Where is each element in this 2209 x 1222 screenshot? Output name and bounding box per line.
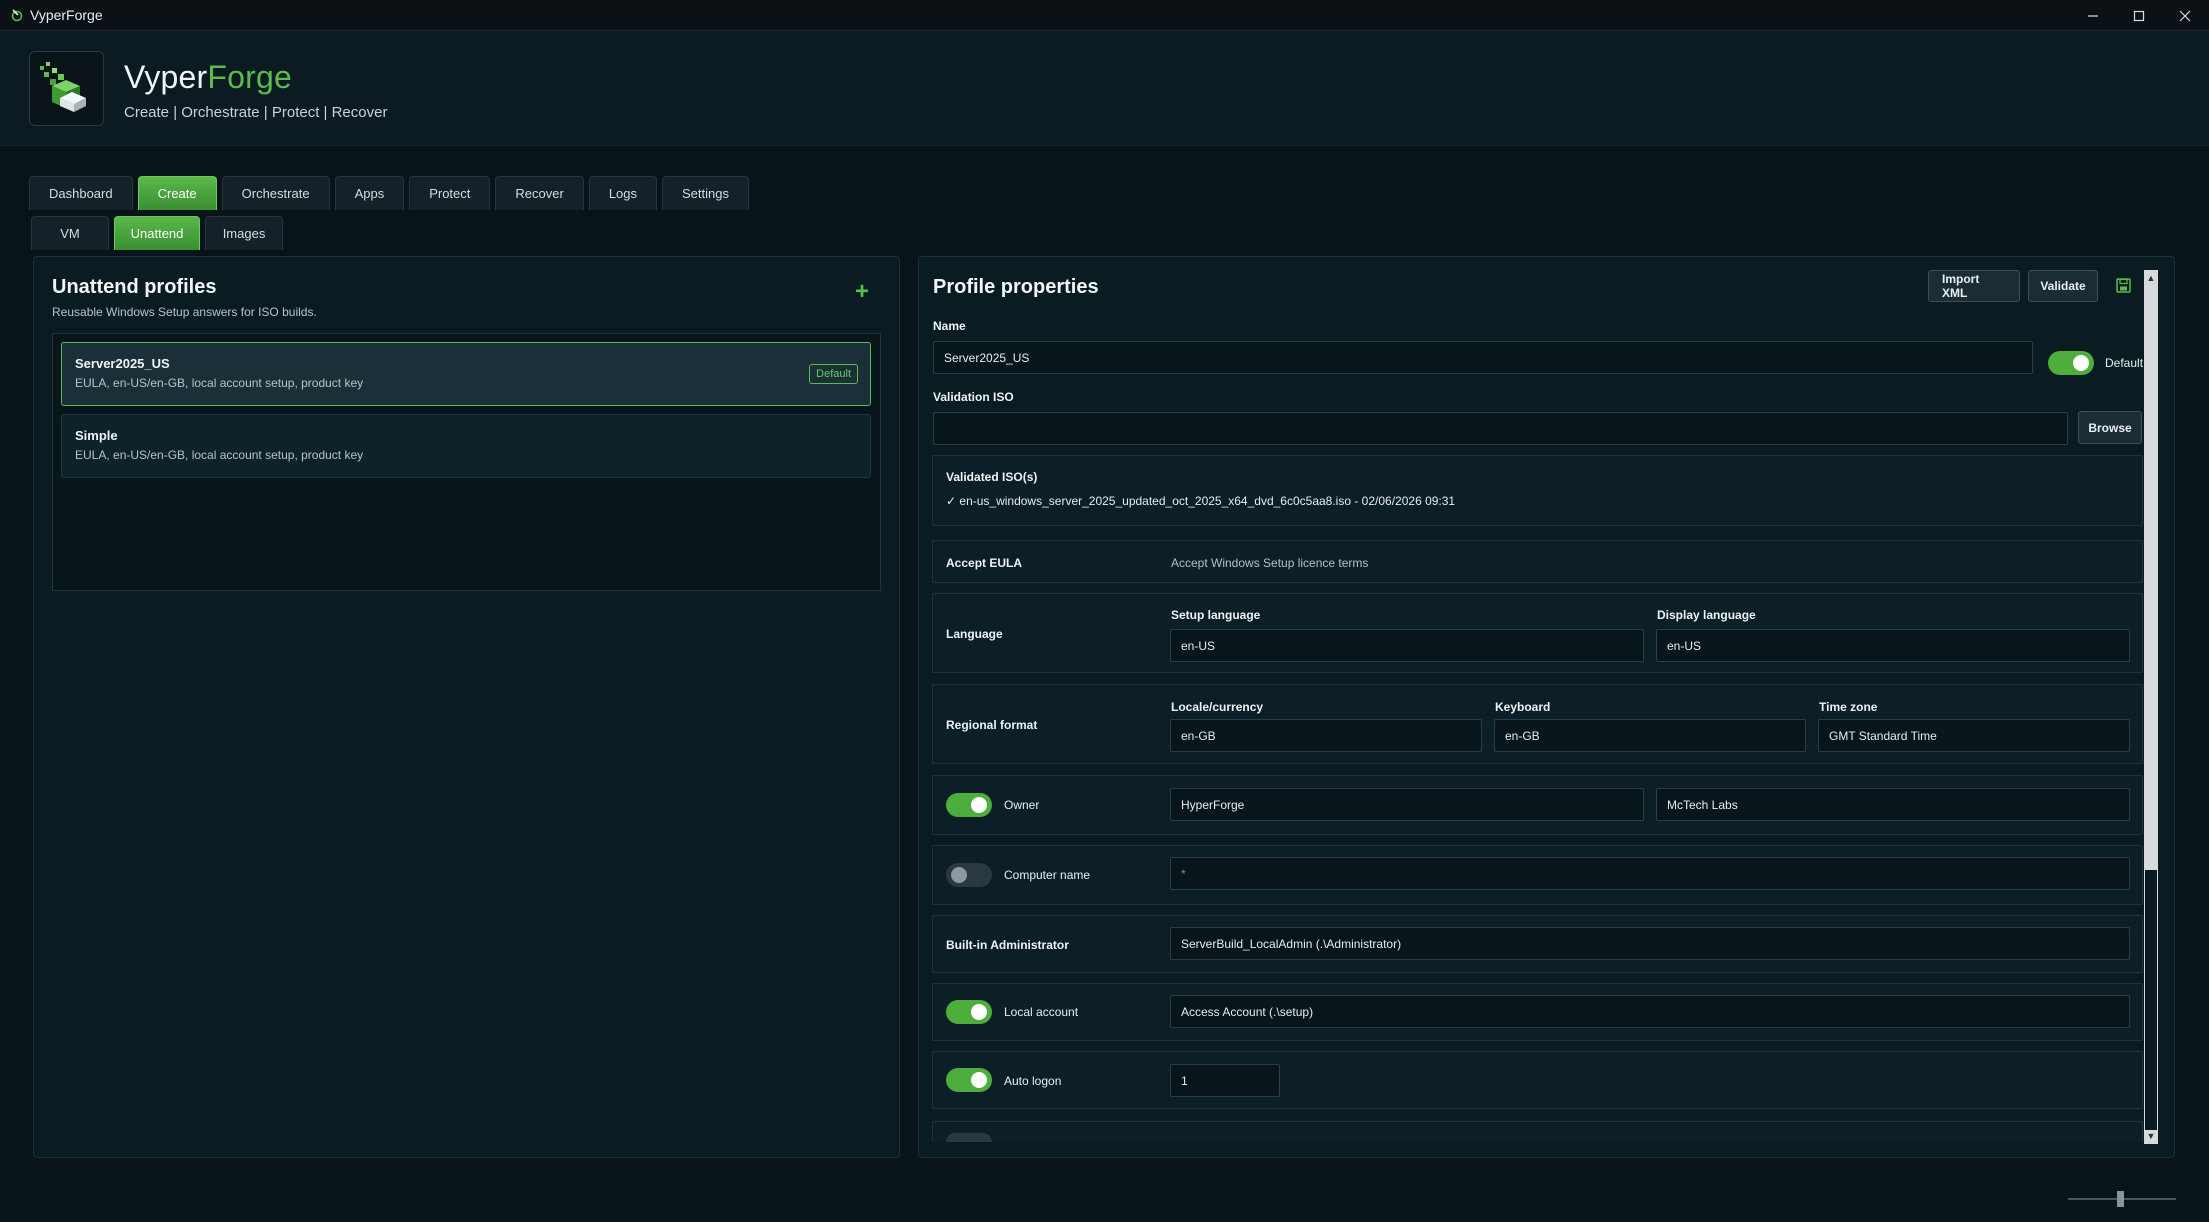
default-badge: Default — [809, 364, 858, 384]
validation-iso-label: Validation ISO — [933, 390, 1014, 404]
tab-recover[interactable]: Recover — [495, 176, 584, 210]
computer-name-toggle[interactable] — [946, 863, 992, 887]
auto-logon-label: Auto logon — [1004, 1074, 1062, 1088]
import-xml-button[interactable]: Import XML — [1928, 270, 2020, 302]
owner-name-input[interactable]: HyperForge — [1170, 788, 1644, 821]
locale-input[interactable]: en-GB — [1170, 719, 1482, 752]
tab-settings[interactable]: Settings — [662, 176, 749, 210]
add-profile-button[interactable]: + — [855, 278, 869, 306]
sub-tabs: VM Unattend Images — [31, 216, 283, 250]
main-tabs: Dashboard Create Orchestrate Apps Protec… — [29, 176, 749, 210]
scroll-up-icon[interactable]: ▲ — [2145, 271, 2157, 285]
window-title: VyperForge — [30, 7, 103, 23]
validated-iso-section: Validated ISO(s) ✓ en-us_windows_server_… — [932, 455, 2143, 526]
tab-logs[interactable]: Logs — [588, 176, 658, 210]
name-label: Name — [933, 319, 966, 333]
local-account-toggle[interactable] — [946, 1000, 992, 1024]
title-bar: VyperForge — [0, 0, 2209, 31]
profile-item-simple[interactable]: Simple EULA, en-US/en-GB, local account … — [61, 414, 871, 478]
keyboard-input[interactable]: en-GB — [1494, 719, 1806, 752]
tab-dashboard[interactable]: Dashboard — [29, 176, 133, 210]
app-logo — [29, 51, 104, 126]
subtab-unattend[interactable]: Unattend — [114, 216, 200, 250]
brand-title: VyperForge — [124, 59, 292, 96]
profile-name: Simple — [75, 428, 118, 443]
app-icon — [11, 9, 23, 22]
builtin-admin-label: Built-in Administrator — [946, 938, 1069, 952]
maximize-button[interactable] — [2116, 0, 2162, 31]
language-label: Language — [946, 627, 1003, 641]
toggle-knob — [2073, 355, 2089, 371]
save-icon — [2116, 278, 2131, 293]
setup-language-label: Setup language — [1171, 608, 1261, 622]
display-language-label: Display language — [1657, 608, 1756, 622]
maximize-icon — [2133, 10, 2145, 21]
auto-logon-count-input[interactable]: 1 — [1170, 1064, 1280, 1097]
app-header: VyperForge Create | Orchestrate | Protec… — [0, 31, 2209, 146]
close-button[interactable] — [2162, 0, 2208, 31]
toggle-knob — [971, 1004, 987, 1020]
properties-title: Profile properties — [933, 276, 1099, 298]
profile-item-server2025-us[interactable]: Server2025_US EULA, en-US/en-GB, local a… — [61, 342, 871, 406]
builtin-admin-input[interactable]: ServerBuild_LocalAdmin (.\Administrator) — [1170, 927, 2130, 960]
scroll-down-icon[interactable]: ▼ — [2145, 1129, 2157, 1143]
subtab-images[interactable]: Images — [205, 216, 283, 250]
auto-logon-toggle[interactable] — [946, 1068, 992, 1092]
timezone-input[interactable]: GMT Standard Time — [1818, 719, 2130, 752]
tab-protect[interactable]: Protect — [409, 176, 491, 210]
plus-icon: + — [855, 278, 870, 305]
accept-eula-text: Accept Windows Setup licence terms — [1171, 556, 1369, 570]
save-button[interactable] — [2116, 278, 2131, 298]
profile-desc: EULA, en-US/en-GB, local account setup, … — [75, 376, 364, 390]
validation-iso-input[interactable] — [933, 412, 2068, 445]
accept-eula-row[interactable]: Accept EULA Accept Windows Setup licence… — [932, 540, 2143, 583]
setup-language-input[interactable]: en-US — [1170, 629, 1644, 662]
subtab-vm[interactable]: VM — [31, 216, 109, 250]
name-input[interactable]: Server2025_US — [933, 341, 2033, 374]
computer-name-label: Computer name — [1004, 868, 1091, 882]
profile-desc: EULA, en-US/en-GB, local account setup, … — [75, 448, 364, 462]
owner-toggle[interactable] — [946, 793, 992, 817]
display-language-input[interactable]: en-US — [1656, 629, 2130, 662]
toggle-knob — [971, 1072, 987, 1088]
computer-name-input[interactable]: * — [1170, 857, 2130, 890]
default-toggle[interactable] — [2048, 351, 2094, 375]
toggle-knob — [971, 797, 987, 813]
browse-button[interactable]: Browse — [2078, 411, 2142, 444]
profile-name: Server2025_US — [75, 356, 170, 371]
zoom-slider[interactable] — [2068, 1191, 2176, 1207]
auto-logon-row — [932, 1051, 2143, 1109]
profiles-title: Unattend profiles — [52, 276, 217, 298]
tab-orchestrate[interactable]: Orchestrate — [221, 176, 330, 210]
profiles-subtitle: Reusable Windows Setup answers for ISO b… — [52, 305, 317, 319]
local-account-input[interactable]: Access Account (.\setup) — [1170, 995, 2130, 1028]
default-label: Default — [2105, 356, 2144, 370]
regional-format-label: Regional format — [946, 718, 1038, 732]
close-icon — [2179, 10, 2191, 21]
validate-button[interactable]: Validate — [2028, 270, 2098, 302]
keyboard-label: Keyboard — [1495, 700, 1551, 714]
scroll-thumb[interactable] — [2145, 870, 2157, 1130]
owner-label: Owner — [1004, 798, 1040, 812]
timezone-label: Time zone — [1819, 700, 1878, 714]
tab-create[interactable]: Create — [137, 176, 217, 210]
tab-apps[interactable]: Apps — [334, 176, 405, 210]
validated-iso-entry: ✓ en-us_windows_server_2025_updated_oct_… — [946, 494, 1456, 508]
accept-eula-label: Accept EULA — [946, 556, 1023, 570]
minimize-button[interactable] — [2070, 0, 2116, 31]
cube-logo-icon — [40, 62, 86, 112]
toggle-knob — [951, 867, 967, 883]
brand-tagline: Create | Orchestrate | Protect | Recover — [124, 104, 388, 121]
properties-scrollbar[interactable]: ▲ ▼ — [2144, 270, 2158, 1144]
local-account-label: Local account — [1004, 1005, 1079, 1019]
locale-label: Locale/currency — [1171, 700, 1264, 714]
next-row-toggle[interactable] — [946, 1133, 992, 1142]
brand-accent: Forge — [207, 59, 292, 95]
zoom-thumb[interactable] — [2117, 1191, 2124, 1207]
owner-org-input[interactable]: McTech Labs — [1656, 788, 2130, 821]
next-row-partial — [932, 1121, 2143, 1142]
validated-iso-title: Validated ISO(s) — [946, 470, 1038, 484]
brand-main: Vyper — [124, 59, 208, 95]
minimize-icon — [2088, 14, 2098, 17]
